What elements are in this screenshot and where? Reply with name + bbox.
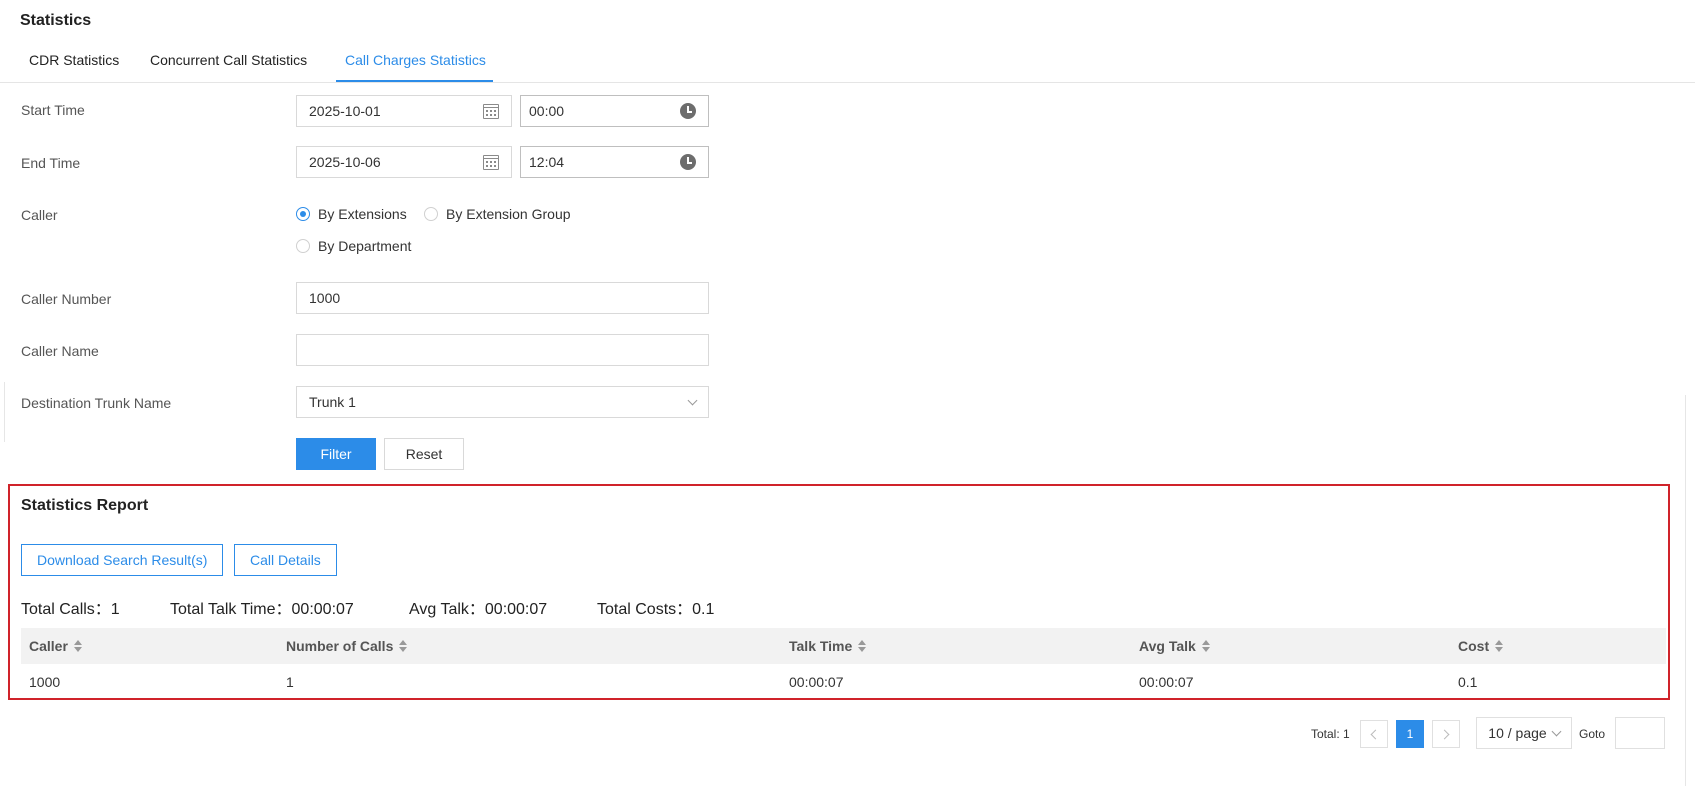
previous-page-button[interactable] — [1360, 720, 1388, 748]
filter-button[interactable]: Filter — [296, 438, 376, 470]
page-size-select[interactable]: 10 / page — [1476, 717, 1572, 749]
goto-label: Goto — [1579, 727, 1606, 741]
radio-unchecked[interactable] — [296, 239, 310, 253]
clock-icon[interactable] — [680, 103, 696, 119]
chevron-left-icon — [1370, 729, 1381, 739]
reset-button[interactable]: Reset — [384, 438, 464, 470]
page-size-value: 10 / page — [1488, 725, 1547, 741]
column-header-cost[interactable]: Cost — [1458, 638, 1504, 654]
page-button-current[interactable]: 1 — [1396, 720, 1424, 748]
sort-icon[interactable] — [399, 640, 408, 652]
destination-trunk-label: Destination Trunk Name — [21, 395, 172, 411]
call-details-button[interactable]: Call Details — [234, 544, 337, 576]
radio-checked[interactable] — [296, 207, 310, 221]
caller-number-label: Caller Number — [21, 291, 112, 307]
destination-trunk-select[interactable]: Trunk 1 — [296, 386, 709, 418]
caller-number-input[interactable]: 1000 — [296, 282, 709, 314]
next-page-button[interactable] — [1432, 720, 1460, 748]
summary-total-talk-time: Total Talk Time：00:00:07 — [170, 601, 354, 618]
report-title: Statistics Report — [21, 497, 149, 514]
tabs-divider — [0, 82, 1695, 83]
end-date-picker[interactable]: 2025-10-06 — [296, 146, 512, 178]
radio-unchecked[interactable] — [424, 207, 438, 221]
start-date-picker[interactable]: 2025-10-01 — [296, 95, 512, 127]
summary-total-costs: Total Costs：0.1 — [597, 601, 715, 618]
chevron-down-icon — [687, 395, 698, 405]
summary-total-calls: Total Calls：1 — [21, 601, 120, 618]
content-border — [1685, 395, 1686, 786]
column-header-label: Number of Calls — [286, 638, 394, 654]
column-header-talk-time[interactable]: Talk Time — [789, 638, 867, 654]
destination-trunk-value: Trunk 1 — [309, 394, 356, 410]
column-header-label: Caller — [29, 638, 68, 654]
end-time-value: 12:04 — [529, 154, 565, 170]
sort-icon[interactable] — [858, 640, 867, 652]
radio-label: By Extensions — [318, 206, 407, 222]
summary-avg-talk: Avg Talk：00:00:07 — [409, 601, 548, 618]
column-header-number-of-calls[interactable]: Number of Calls — [286, 638, 408, 654]
goto-page-input[interactable] — [1615, 717, 1665, 749]
column-header-caller[interactable]: Caller — [29, 638, 82, 654]
chevron-right-icon — [1439, 729, 1450, 739]
calendar-icon[interactable] — [483, 154, 499, 170]
sort-icon[interactable] — [1495, 640, 1504, 652]
start-date-value: 2025-10-01 — [309, 103, 381, 119]
sort-icon[interactable] — [1201, 640, 1210, 652]
radio-by-department[interactable]: By Department — [296, 238, 411, 254]
caller-label: Caller — [21, 207, 58, 223]
calendar-icon[interactable] — [483, 103, 499, 119]
column-header-label: Talk Time — [789, 638, 853, 654]
radio-by-extension-group[interactable]: By Extension Group — [424, 206, 571, 222]
end-date-value: 2025-10-06 — [309, 154, 381, 170]
table-cell-caller: 1000 — [29, 674, 61, 690]
table-cell-cost: 0.1 — [1458, 674, 1478, 690]
start-time-label: Start Time — [21, 102, 85, 118]
page-title: Statistics — [20, 12, 92, 29]
start-time-picker[interactable]: 00:00 — [520, 95, 709, 127]
tab-concurrent-call-statistics[interactable]: Concurrent Call Statistics — [150, 52, 307, 68]
radio-label: By Extension Group — [446, 206, 571, 222]
table-cell-number-of-calls: 1 — [286, 674, 294, 690]
sort-icon[interactable] — [73, 640, 82, 652]
table-cell-avg-talk: 00:00:07 — [1139, 674, 1194, 690]
end-time-picker[interactable]: 12:04 — [520, 146, 709, 178]
radio-label: By Department — [318, 238, 412, 254]
caller-number-value: 1000 — [309, 290, 341, 306]
download-search-results-button[interactable]: Download Search Result(s) — [21, 544, 224, 576]
radio-by-extensions[interactable]: By Extensions — [296, 206, 407, 222]
start-time-value: 00:00 — [529, 103, 565, 119]
side-handle — [0, 382, 5, 442]
column-header-avg-talk[interactable]: Avg Talk — [1139, 638, 1210, 654]
column-header-label: Avg Talk — [1139, 638, 1196, 654]
caller-name-input[interactable] — [296, 334, 709, 366]
report-highlight-box — [8, 484, 1670, 700]
caller-name-label: Caller Name — [21, 343, 99, 359]
end-time-label: End Time — [21, 155, 81, 171]
clock-icon[interactable] — [680, 154, 696, 170]
column-header-label: Cost — [1458, 638, 1490, 654]
table-cell-talk-time: 00:00:07 — [789, 674, 844, 690]
pagination-total: Total: 1 — [1311, 727, 1350, 741]
chevron-down-icon — [1551, 726, 1562, 736]
tab-call-charges-statistics[interactable]: Call Charges Statistics — [345, 52, 486, 68]
tab-cdr-statistics[interactable]: CDR Statistics — [29, 52, 119, 68]
